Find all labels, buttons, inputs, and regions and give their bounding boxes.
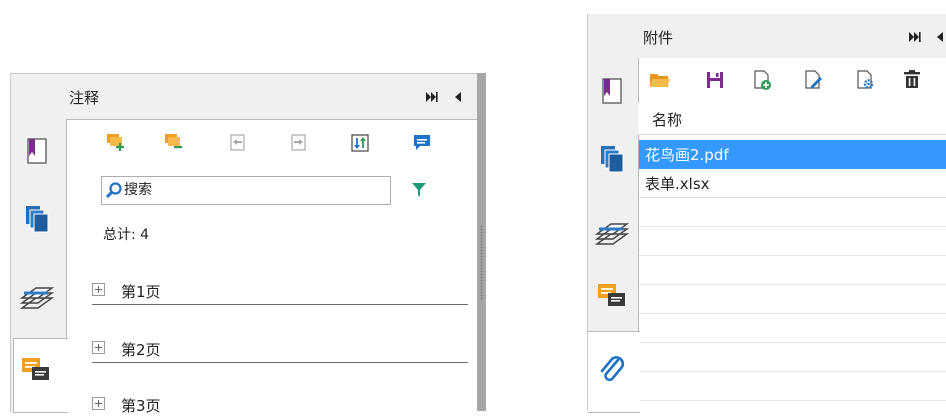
empty-row [639, 372, 946, 401]
layers-tab-icon[interactable] [18, 276, 58, 316]
collapse-panel-icon[interactable] [936, 31, 944, 43]
expand-all-icon[interactable] [104, 131, 128, 155]
layers-tab-icon[interactable] [593, 212, 633, 252]
file-row-selected[interactable]: 花鸟画2.pdf [639, 140, 946, 169]
page-group-label: 第2页 [121, 341, 161, 359]
sort-icon[interactable] [348, 131, 372, 155]
edit-icon[interactable] [801, 68, 825, 92]
import-icon[interactable] [226, 131, 250, 155]
attachments-tab[interactable] [588, 331, 640, 413]
attachment-icon [594, 352, 630, 388]
splitter-grip[interactable] [480, 225, 483, 300]
file-row[interactable]: 表单.xlsx [639, 169, 946, 198]
search-icon [104, 181, 124, 201]
pages-tab-icon[interactable] [593, 140, 633, 180]
attachments-panel-title: 附件 [643, 29, 674, 47]
add-file-icon[interactable] [750, 68, 774, 92]
file-name: 表单.xlsx [645, 175, 710, 193]
page-group-row[interactable]: 第1页 [92, 278, 468, 305]
expand-icon[interactable] [92, 341, 105, 354]
empty-row [639, 256, 946, 285]
open-icon[interactable] [648, 68, 672, 92]
comments-tab-icon [20, 354, 54, 384]
page-group-row[interactable]: 第2页 [92, 336, 468, 363]
page-group-label: 第1页 [121, 283, 161, 301]
file-name: 花鸟画2.pdf [645, 146, 729, 164]
expand-panel-icon[interactable] [908, 31, 922, 43]
comments-tab-icon[interactable] [593, 278, 633, 318]
search-field[interactable] [101, 176, 391, 205]
expand-icon[interactable] [92, 283, 105, 296]
comments-tab[interactable] [13, 338, 68, 413]
search-input[interactable] [124, 181, 374, 197]
empty-row [639, 343, 946, 372]
annotations-panel-title: 注释 [69, 89, 100, 107]
annotations-content [66, 119, 477, 412]
page-group-label: 第3页 [121, 397, 161, 415]
properties-icon[interactable] [853, 68, 877, 92]
column-header[interactable]: 名称 [638, 103, 946, 135]
comment-icon[interactable] [410, 131, 434, 155]
pages-tab-icon[interactable] [18, 200, 58, 240]
bookmark-tab-icon[interactable] [18, 132, 58, 172]
page-group-row[interactable]: 第3页 [92, 392, 468, 418]
total-count: 总计: 4 [103, 227, 150, 243]
save-icon[interactable] [703, 68, 727, 92]
collapse-panel-icon[interactable] [454, 91, 462, 103]
column-header-name: 名称 [652, 111, 683, 129]
export-icon[interactable] [287, 131, 311, 155]
expand-icon[interactable] [92, 397, 105, 410]
filter-icon[interactable] [410, 181, 428, 199]
expand-panel-icon[interactable] [425, 91, 439, 103]
empty-row [639, 227, 946, 256]
empty-row [639, 314, 946, 343]
delete-icon[interactable] [900, 68, 924, 92]
empty-row [639, 198, 946, 227]
empty-row [639, 285, 946, 314]
bookmark-tab-icon[interactable] [593, 72, 633, 112]
collapse-all-icon[interactable] [162, 131, 186, 155]
